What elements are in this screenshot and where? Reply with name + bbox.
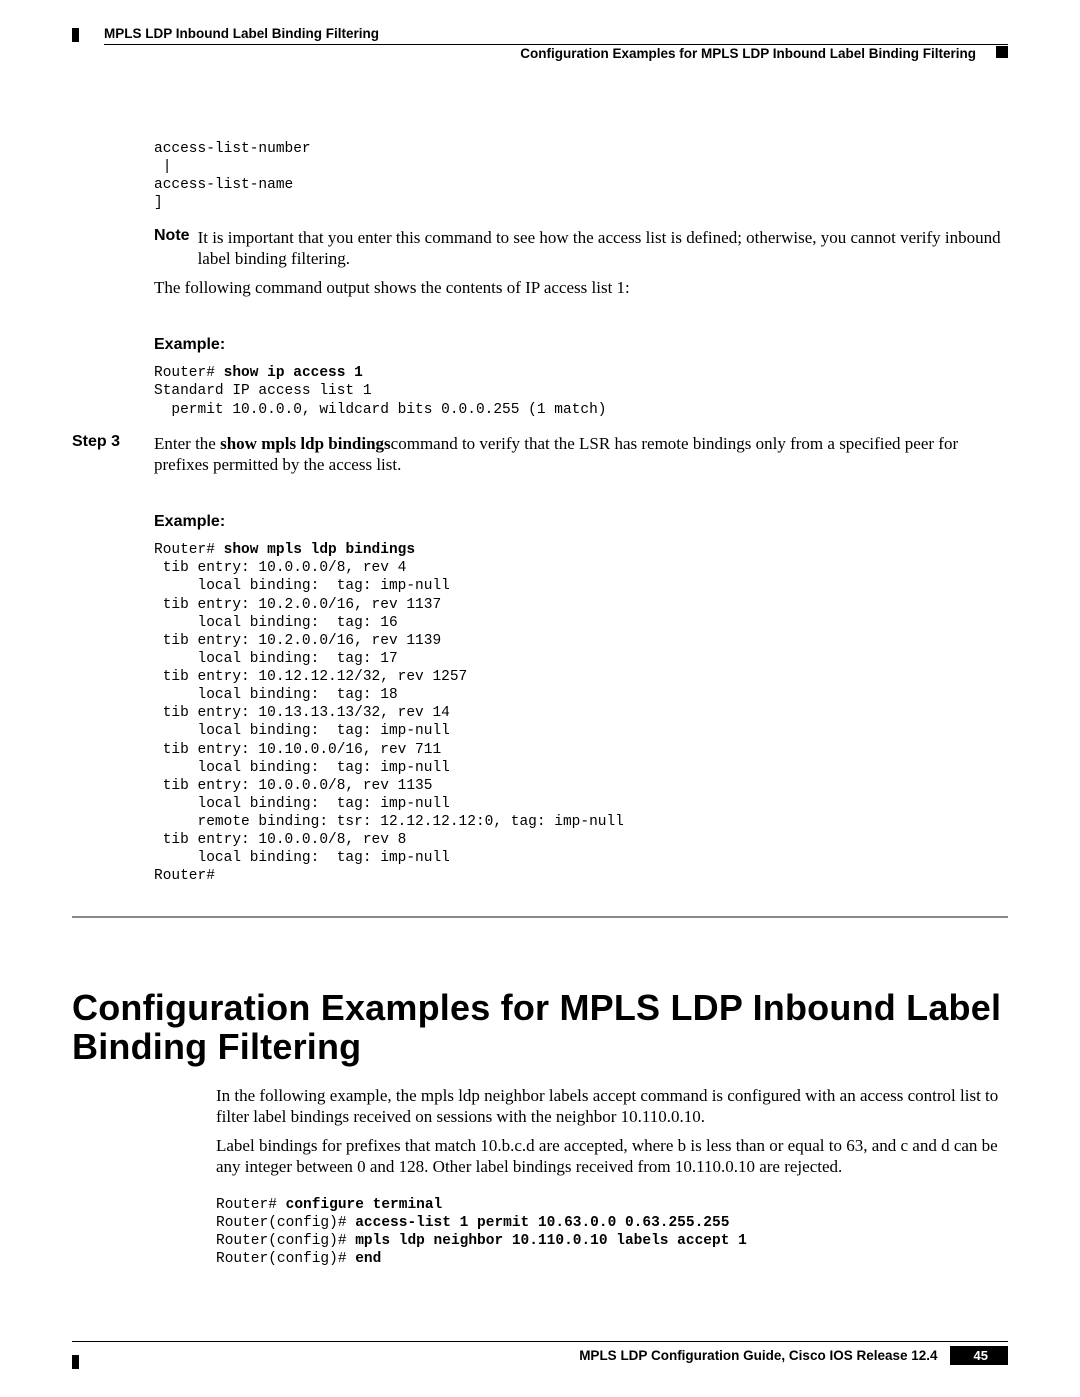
footer-rule [72, 1341, 1008, 1342]
footer-left-mark [72, 1355, 79, 1369]
note-label: Note [154, 227, 190, 270]
header-left-mark [72, 28, 79, 42]
cli-output: tib entry: 10.0.0.0/8, rev 4 local bindi… [154, 560, 624, 884]
step-pre: Enter the [154, 434, 220, 453]
cli-command: mpls ldp neighbor 10.110.0.10 labels acc… [355, 1233, 747, 1249]
page-footer: MPLS LDP Configuration Guide, Cisco IOS … [72, 1341, 1008, 1365]
header-section-title: Configuration Examples for MPLS LDP Inbo… [520, 46, 976, 61]
syntax-block: access-list-number | access-list-name ] [154, 140, 1008, 213]
cli-command: end [355, 1251, 381, 1267]
main-content: access-list-number | access-list-name ] … [154, 140, 1008, 1268]
note-text: It is important that you enter this comm… [198, 227, 1008, 270]
example-heading: Example: [154, 336, 1008, 354]
page-number: 45 [950, 1346, 1008, 1365]
section-divider [72, 916, 1008, 918]
page: MPLS LDP Inbound Label Binding Filtering… [0, 0, 1080, 1397]
cli-prompt: Router# [154, 365, 224, 381]
cli-prompt: Router(config)# [216, 1233, 355, 1249]
example-code: Router# show mpls ldp bindings tib entry… [154, 541, 1008, 885]
footer-row: MPLS LDP Configuration Guide, Cisco IOS … [72, 1346, 1008, 1365]
step-text: Enter the show mpls ldp bindingscommand … [154, 433, 1008, 476]
step-row: Step 3 Enter the show mpls ldp bindingsc… [72, 433, 1008, 476]
cli-prompt: Router(config)# [216, 1215, 355, 1231]
example-code: Router# show ip access 1 Standard IP acc… [154, 364, 1008, 418]
config-code: Router# configure terminal Router(config… [216, 1196, 1008, 1269]
paragraph: In the following example, the mpls ldp n… [216, 1085, 1008, 1128]
header-rule [104, 44, 1008, 45]
cli-prompt: Router# [154, 542, 224, 558]
cli-output: Standard IP access list 1 permit 10.0.0.… [154, 383, 606, 417]
section-heading: Configuration Examples for MPLS LDP Inbo… [72, 988, 1008, 1067]
cli-command: access-list 1 permit 10.63.0.0 0.63.255.… [355, 1215, 729, 1231]
cli-prompt: Router# [216, 1197, 286, 1213]
cli-prompt: Router(config)# [216, 1251, 355, 1267]
section-body: In the following example, the mpls ldp n… [216, 1085, 1008, 1269]
step-command: show mpls ldp bindings [220, 434, 391, 453]
header-right-mark [996, 46, 1008, 58]
cli-command: configure terminal [286, 1197, 443, 1213]
header-chapter-title: MPLS LDP Inbound Label Binding Filtering [104, 26, 379, 41]
footer-doc-title: MPLS LDP Configuration Guide, Cisco IOS … [579, 1348, 937, 1363]
paragraph: Label bindings for prefixes that match 1… [216, 1135, 1008, 1178]
note-block: Note It is important that you enter this… [154, 227, 1008, 270]
cli-command: show ip access 1 [224, 365, 363, 381]
cli-command: show mpls ldp bindings [224, 542, 415, 558]
step-label: Step 3 [72, 433, 154, 476]
paragraph: The following command output shows the c… [154, 277, 1008, 298]
example-heading: Example: [154, 513, 1008, 531]
page-header: MPLS LDP Inbound Label Binding Filtering… [72, 24, 1008, 80]
